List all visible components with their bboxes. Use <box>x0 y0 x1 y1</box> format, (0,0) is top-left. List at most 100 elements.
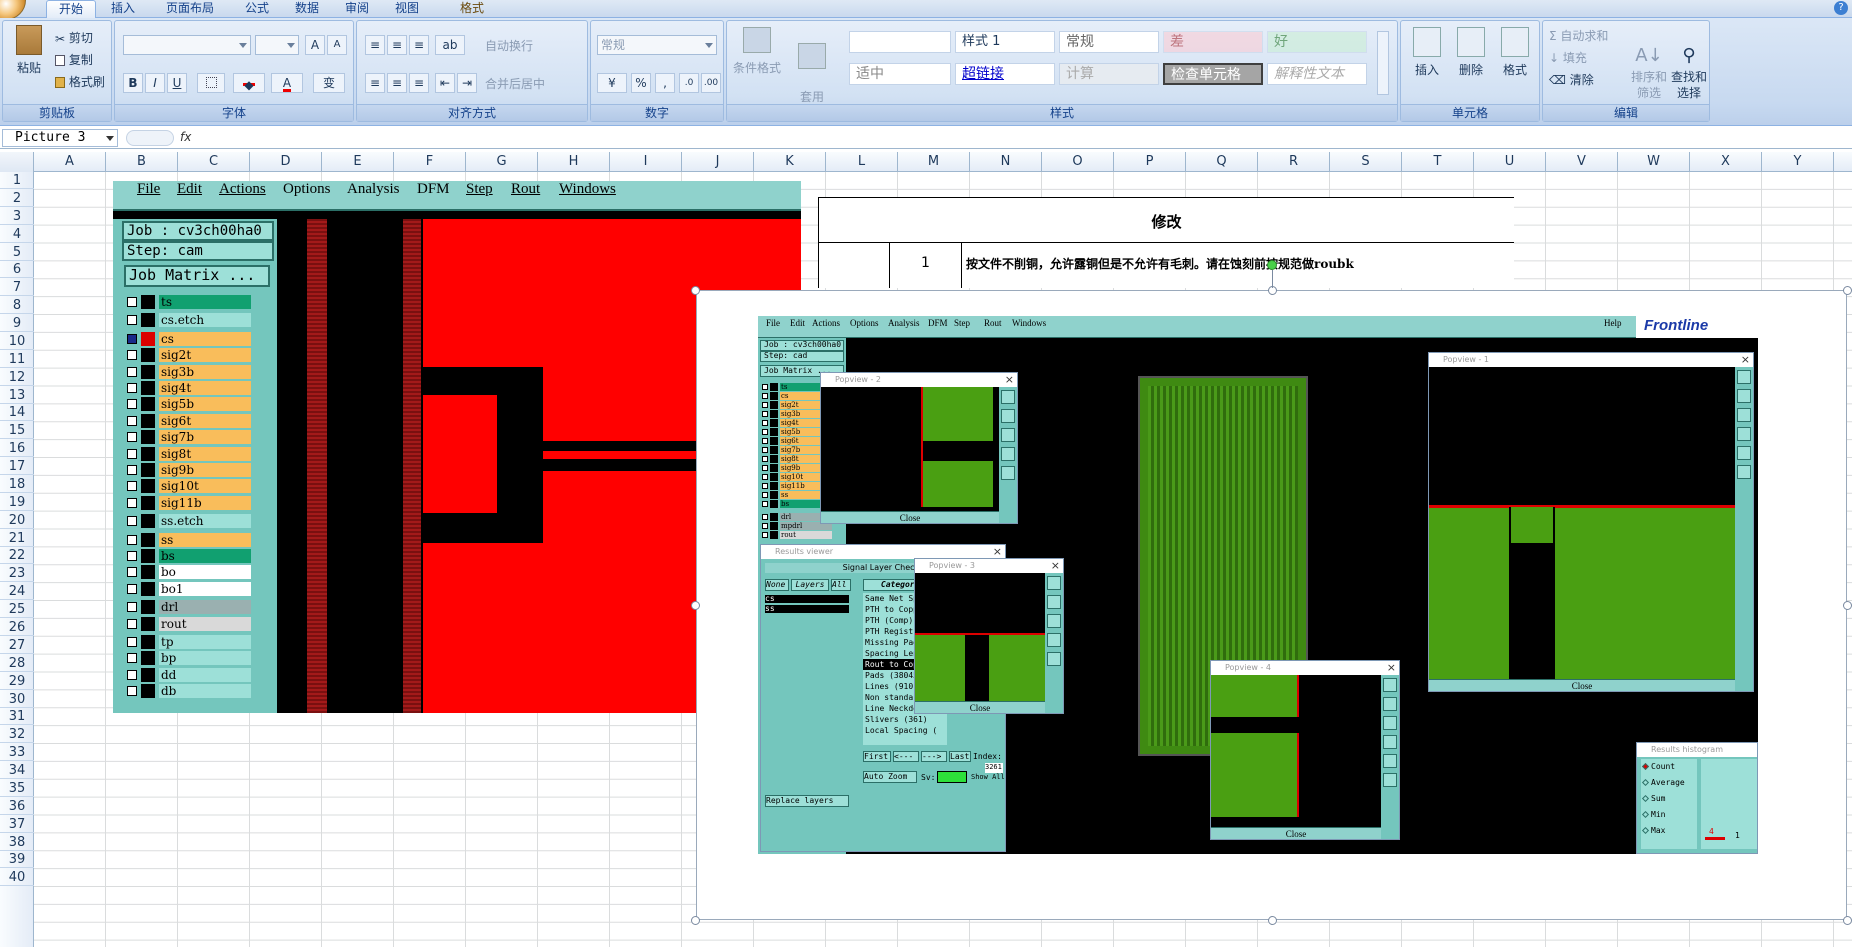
find-select-button[interactable]: ⚲ 查找和 选择 <box>1669 27 1709 101</box>
column-header-s[interactable]: S <box>1330 152 1402 172</box>
column-header-h[interactable]: H <box>538 152 610 172</box>
column-header-u[interactable]: U <box>1474 152 1546 172</box>
results-index-field[interactable]: 3261 <box>985 763 1003 773</box>
row-header-25[interactable]: 25 <box>0 601 34 619</box>
row-header-20[interactable]: 20 <box>0 512 34 529</box>
formula-input[interactable] <box>200 129 1852 147</box>
tool-icon[interactable] <box>1001 428 1015 442</box>
tab-data[interactable]: 数据 <box>284 0 330 18</box>
results-next-button[interactable]: ---> <box>921 751 947 762</box>
row-header-23[interactable]: 23 <box>0 565 34 583</box>
tool-icon[interactable] <box>1383 773 1397 787</box>
layer-checkbox[interactable] <box>127 297 137 307</box>
tool-icon[interactable] <box>1001 447 1015 461</box>
column-header-n[interactable]: N <box>970 152 1042 172</box>
results-all-button[interactable]: All <box>831 579 851 591</box>
tool-icon[interactable] <box>1383 678 1397 692</box>
row-header-15[interactable]: 15 <box>0 422 34 440</box>
tool-icon[interactable] <box>1737 465 1751 479</box>
histogram-option-sum[interactable]: Sum <box>1641 791 1697 807</box>
layer-checkbox[interactable] <box>127 465 137 475</box>
cam1-menu-windows[interactable]: Windows <box>559 181 616 198</box>
cam1-menu-analysis[interactable]: Analysis <box>347 181 400 198</box>
results-first-button[interactable]: First <box>863 751 891 762</box>
tool-icon[interactable] <box>1001 466 1015 480</box>
cam1-layer-bs[interactable]: bs <box>121 549 251 563</box>
popview-1-canvas[interactable] <box>1429 367 1737 683</box>
layer-checkbox[interactable] <box>762 384 768 390</box>
style-cell-explanatory[interactable]: 解释性文本 <box>1267 63 1367 85</box>
results-viewer-close-icon[interactable]: × <box>993 545 1002 559</box>
histogram-option-max[interactable]: Max <box>1641 823 1697 839</box>
cam1-layer-cs[interactable]: cs <box>121 331 251 346</box>
cam1-layer-ss[interactable]: ss <box>121 532 251 547</box>
tool-icon[interactable] <box>1047 595 1061 609</box>
popview-3-close-icon[interactable]: × <box>1051 559 1060 573</box>
percent-button[interactable]: % <box>631 73 651 93</box>
layer-checkbox[interactable] <box>127 333 137 344</box>
histogram-option-average[interactable]: Average <box>1641 775 1697 791</box>
cam2-menu-file[interactable]: File <box>766 318 780 328</box>
cut-button[interactable]: ✂ 剪切 <box>55 29 93 46</box>
column-header-c[interactable]: C <box>178 152 250 172</box>
row-header-34[interactable]: 34 <box>0 762 34 780</box>
popview-4-close-icon[interactable]: × <box>1387 661 1396 675</box>
font-color-button[interactable]: A <box>271 73 303 93</box>
decrease-indent-button[interactable]: ⇤ <box>435 73 455 93</box>
cam1-layer-sig3b[interactable]: sig3b <box>121 364 251 379</box>
row-header-13[interactable]: 13 <box>0 387 34 404</box>
layer-checkbox[interactable] <box>127 653 137 664</box>
popview-3-canvas[interactable] <box>915 573 1047 703</box>
cam1-layer-cs.etch[interactable]: cs.etch <box>121 313 251 328</box>
column-header-a[interactable]: A <box>34 152 106 172</box>
cam1-layer-sig11b[interactable]: sig11b <box>121 495 251 510</box>
row-header-31[interactable]: 31 <box>0 708 34 726</box>
layer-checkbox[interactable] <box>762 438 768 444</box>
cam1-layer-sig6t[interactable]: sig6t <box>121 413 251 428</box>
layer-checkbox[interactable] <box>762 474 768 480</box>
cam1-layer-sig8t[interactable]: sig8t <box>121 446 251 461</box>
results-prev-button[interactable]: <--- <box>893 751 919 762</box>
layer-checkbox[interactable] <box>762 483 768 489</box>
orientation-button[interactable]: ab <box>435 35 465 55</box>
results-category-item[interactable]: Slivers (361) <box>863 714 947 725</box>
column-header-j[interactable]: J <box>682 152 754 172</box>
row-header-35[interactable]: 35 <box>0 780 34 797</box>
row-header-40[interactable]: 40 <box>0 869 34 887</box>
decrease-decimal-button[interactable]: .00 <box>701 73 721 93</box>
style-cell-hyperlink[interactable]: 超链接 <box>955 63 1055 85</box>
tool-icon[interactable] <box>1737 446 1751 460</box>
copy-button[interactable]: 复制 <box>55 51 93 68</box>
row-header-1[interactable]: 1 <box>0 172 34 189</box>
office-button[interactable] <box>0 0 26 20</box>
tool-icon[interactable] <box>1383 716 1397 730</box>
style-cell-neutral[interactable]: 适中 <box>849 63 951 85</box>
row-header-4[interactable]: 4 <box>0 226 34 243</box>
cam1-layer-drl[interactable]: drl <box>121 600 251 615</box>
column-header-f[interactable]: F <box>394 152 466 172</box>
popview-2-canvas[interactable] <box>821 387 999 511</box>
row-header-32[interactable]: 32 <box>0 726 34 744</box>
layer-checkbox[interactable] <box>762 523 768 529</box>
cam1-layer-sig10t[interactable]: sig10t <box>121 479 251 494</box>
row-header-39[interactable]: 39 <box>0 851 34 869</box>
histogram-option-min[interactable]: Min <box>1641 807 1697 823</box>
popview-4-canvas[interactable] <box>1211 675 1381 827</box>
layer-checkbox[interactable] <box>127 415 137 426</box>
tool-icon[interactable] <box>1001 390 1015 404</box>
cam1-menu-dfm[interactable]: DFM <box>417 181 450 198</box>
layer-checkbox[interactable] <box>762 456 768 462</box>
table-header-cell[interactable]: 修改 <box>818 197 1514 243</box>
align-bottom-button[interactable]: ≡ <box>409 35 429 55</box>
wrap-text-button[interactable]: 自动换行 <box>485 37 533 54</box>
layer-checkbox[interactable] <box>127 534 137 545</box>
row-header-16[interactable]: 16 <box>0 440 34 458</box>
cam2-menu-rout[interactable]: Rout <box>984 318 1002 328</box>
layer-checkbox[interactable] <box>127 366 137 377</box>
font-name-combo[interactable] <box>123 35 251 55</box>
layer-checkbox[interactable] <box>762 402 768 408</box>
layer-checkbox[interactable] <box>127 481 137 492</box>
results-none-button[interactable]: None <box>765 579 789 591</box>
popview-3[interactable]: Popview - 3 × Close <box>914 558 1064 714</box>
select-all-corner[interactable] <box>0 152 34 172</box>
